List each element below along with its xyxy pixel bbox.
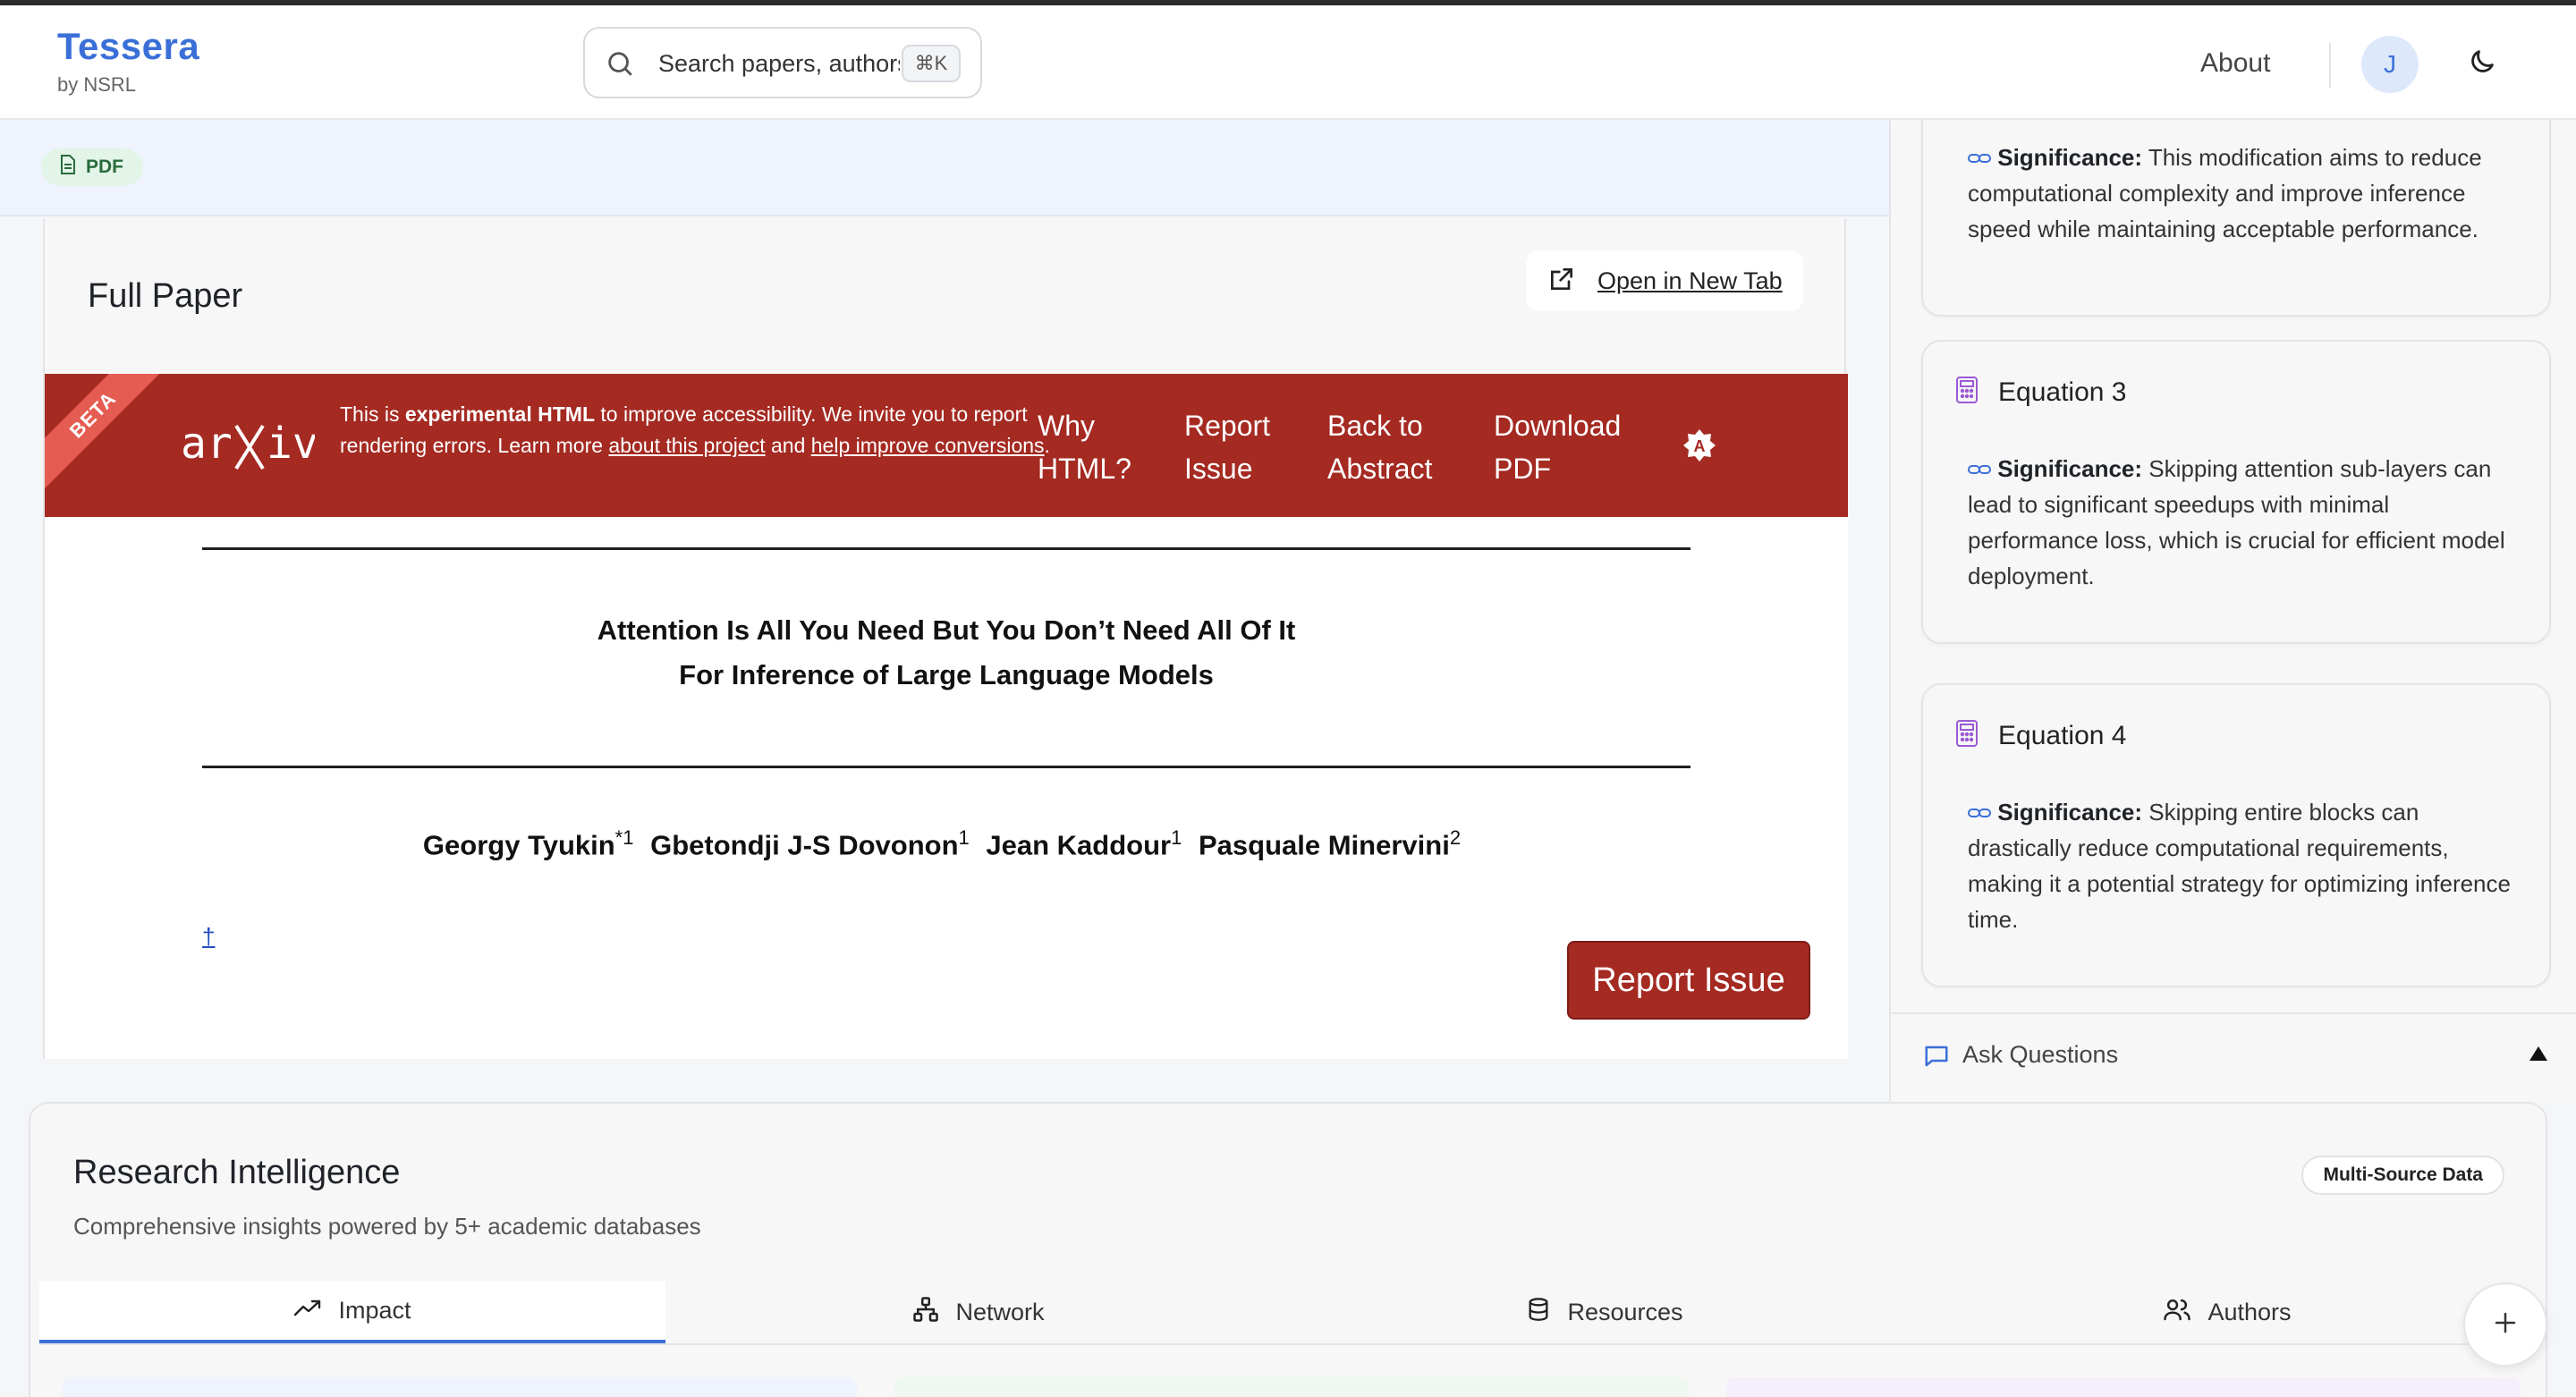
impact-card-peek [894,1377,1689,1397]
equation-significance: Significance: Skipping attention sub-lay… [1968,455,2505,589]
tab-resources[interactable]: Resources [1292,1281,1918,1343]
research-tabs: Impact Network Resources Authors [39,1281,2540,1345]
arxiv-logo[interactable]: ar iv [181,413,318,480]
file-icon [59,155,77,180]
title-rule-top [202,547,1690,550]
footnote-link[interactable]: † [202,923,215,951]
open-in-new-tab-label: Open in New Tab [1597,267,1783,294]
link-icon [1968,144,1991,171]
top-header: Tessera by NSRL Search papers, authors..… [0,5,2576,120]
avatar[interactable]: J [2361,36,2419,93]
svg-text:iv: iv [267,419,315,469]
open-in-new-tab-button[interactable]: Open in New Tab [1526,250,1803,311]
tab-authors[interactable]: Authors [1914,1281,2540,1343]
author-name: Gbetondji J-S Dovonon [650,829,959,861]
about-link[interactable]: About [2200,48,2270,79]
full-paper-title: Full Paper [88,277,243,315]
network-icon [912,1296,939,1329]
users-icon [2163,1296,2191,1329]
research-intelligence-title: Research Intelligence [73,1154,401,1191]
download-pdf-link[interactable]: Download PDF [1494,404,1637,490]
brand-subtitle: by NSRL [57,73,137,96]
author-name: Georgy Tyukin [422,829,615,861]
database-icon [1526,1296,1551,1329]
pdf-badge-label: PDF [86,157,123,177]
impact-card-peek [1726,1377,2521,1397]
equation-card[interactable]: Significance: This modification aims to … [1921,102,2551,317]
equation-card[interactable]: Equation 4 Significance: Skipping entire… [1921,683,2551,987]
link-icon [1968,799,1991,826]
calculator-icon [1955,376,1979,409]
search-shortcut: ⌘K [902,45,961,82]
beta-ribbon: BETA [45,374,169,491]
ask-questions-bar[interactable]: Ask Questions [1891,1012,2576,1102]
author-name: Jean Kaddour [986,829,1172,861]
trending-up-icon [293,1297,322,1325]
equation-card[interactable]: Equation 3 Significance: Skipping attent… [1921,340,2551,644]
search-icon [605,48,635,83]
about-project-link[interactable]: about this project [608,434,765,457]
banner-notice: This is experimental HTML to improve acc… [340,402,1050,457]
report-issue-link[interactable]: Report Issue [1184,404,1292,490]
search-placeholder[interactable]: Search papers, authors... [658,50,900,78]
tab-impact[interactable]: Impact [39,1281,665,1343]
plus-icon [2492,1309,2519,1341]
arxiv-html-banner: BETA ar iv This is experimental HTML to … [45,374,1848,517]
paper-title: Attention Is All You Need But You Don’t … [597,614,1296,690]
accessibility-settings-icon[interactable]: A [1682,428,1717,468]
link-icon [1968,455,1991,482]
research-intelligence-subtitle: Comprehensive insights powered by 5+ aca… [73,1213,701,1240]
report-issue-button[interactable]: Report Issue [1567,941,1810,1020]
header-divider [2329,43,2331,88]
calculator-icon [1955,719,1979,752]
equation-significance: Significance: Skipping entire blocks can… [1968,799,2511,933]
paper-meta-band: PDF [0,120,1889,216]
pdf-badge[interactable]: PDF [41,148,143,186]
equation-significance: Significance: This modification aims to … [1968,144,2482,242]
ask-questions-label: Ask Questions [1962,1041,2119,1068]
search-box[interactable]: Search papers, authors... ⌘K [583,27,982,98]
research-intelligence-card: Research Intelligence Comprehensive insi… [29,1102,2547,1397]
paper-authors: Georgy Tyukin*1 Gbetondji J-S Dovonon1 J… [422,826,1462,861]
paper-html-view: Attention Is All You Need But You Don’t … [45,517,1848,1059]
chevron-up-icon[interactable] [2528,1045,2549,1067]
brand-title[interactable]: Tessera [57,25,199,68]
why-html-link[interactable]: Why HTML? [1038,404,1145,490]
add-button[interactable] [2463,1283,2547,1367]
title-rule-bottom [202,766,1690,768]
impact-card-peek [63,1377,857,1397]
equation-title: Equation 4 [1998,720,2127,750]
chat-icon [1923,1043,1950,1074]
external-link-icon [1547,265,1576,298]
moon-icon[interactable] [2467,47,2497,81]
full-paper-card: Full Paper Open in New Tab BETA ar iv Th… [43,218,1848,1059]
author-name: Pasquale Minervini [1198,829,1450,861]
equation-title: Equation 3 [1998,377,2127,407]
brand[interactable]: Tessera by NSRL [57,25,199,97]
back-to-abstract-link[interactable]: Back to Abstract [1327,404,1462,490]
help-improve-link[interactable]: help improve conversions [811,434,1045,457]
multi-source-badge: Multi-Source Data [2301,1156,2504,1195]
equations-panel: Significance: This modification aims to … [1889,102,2576,1102]
tab-network[interactable]: Network [665,1281,1292,1343]
svg-text:A: A [1694,437,1706,455]
svg-text:ar: ar [181,419,233,469]
